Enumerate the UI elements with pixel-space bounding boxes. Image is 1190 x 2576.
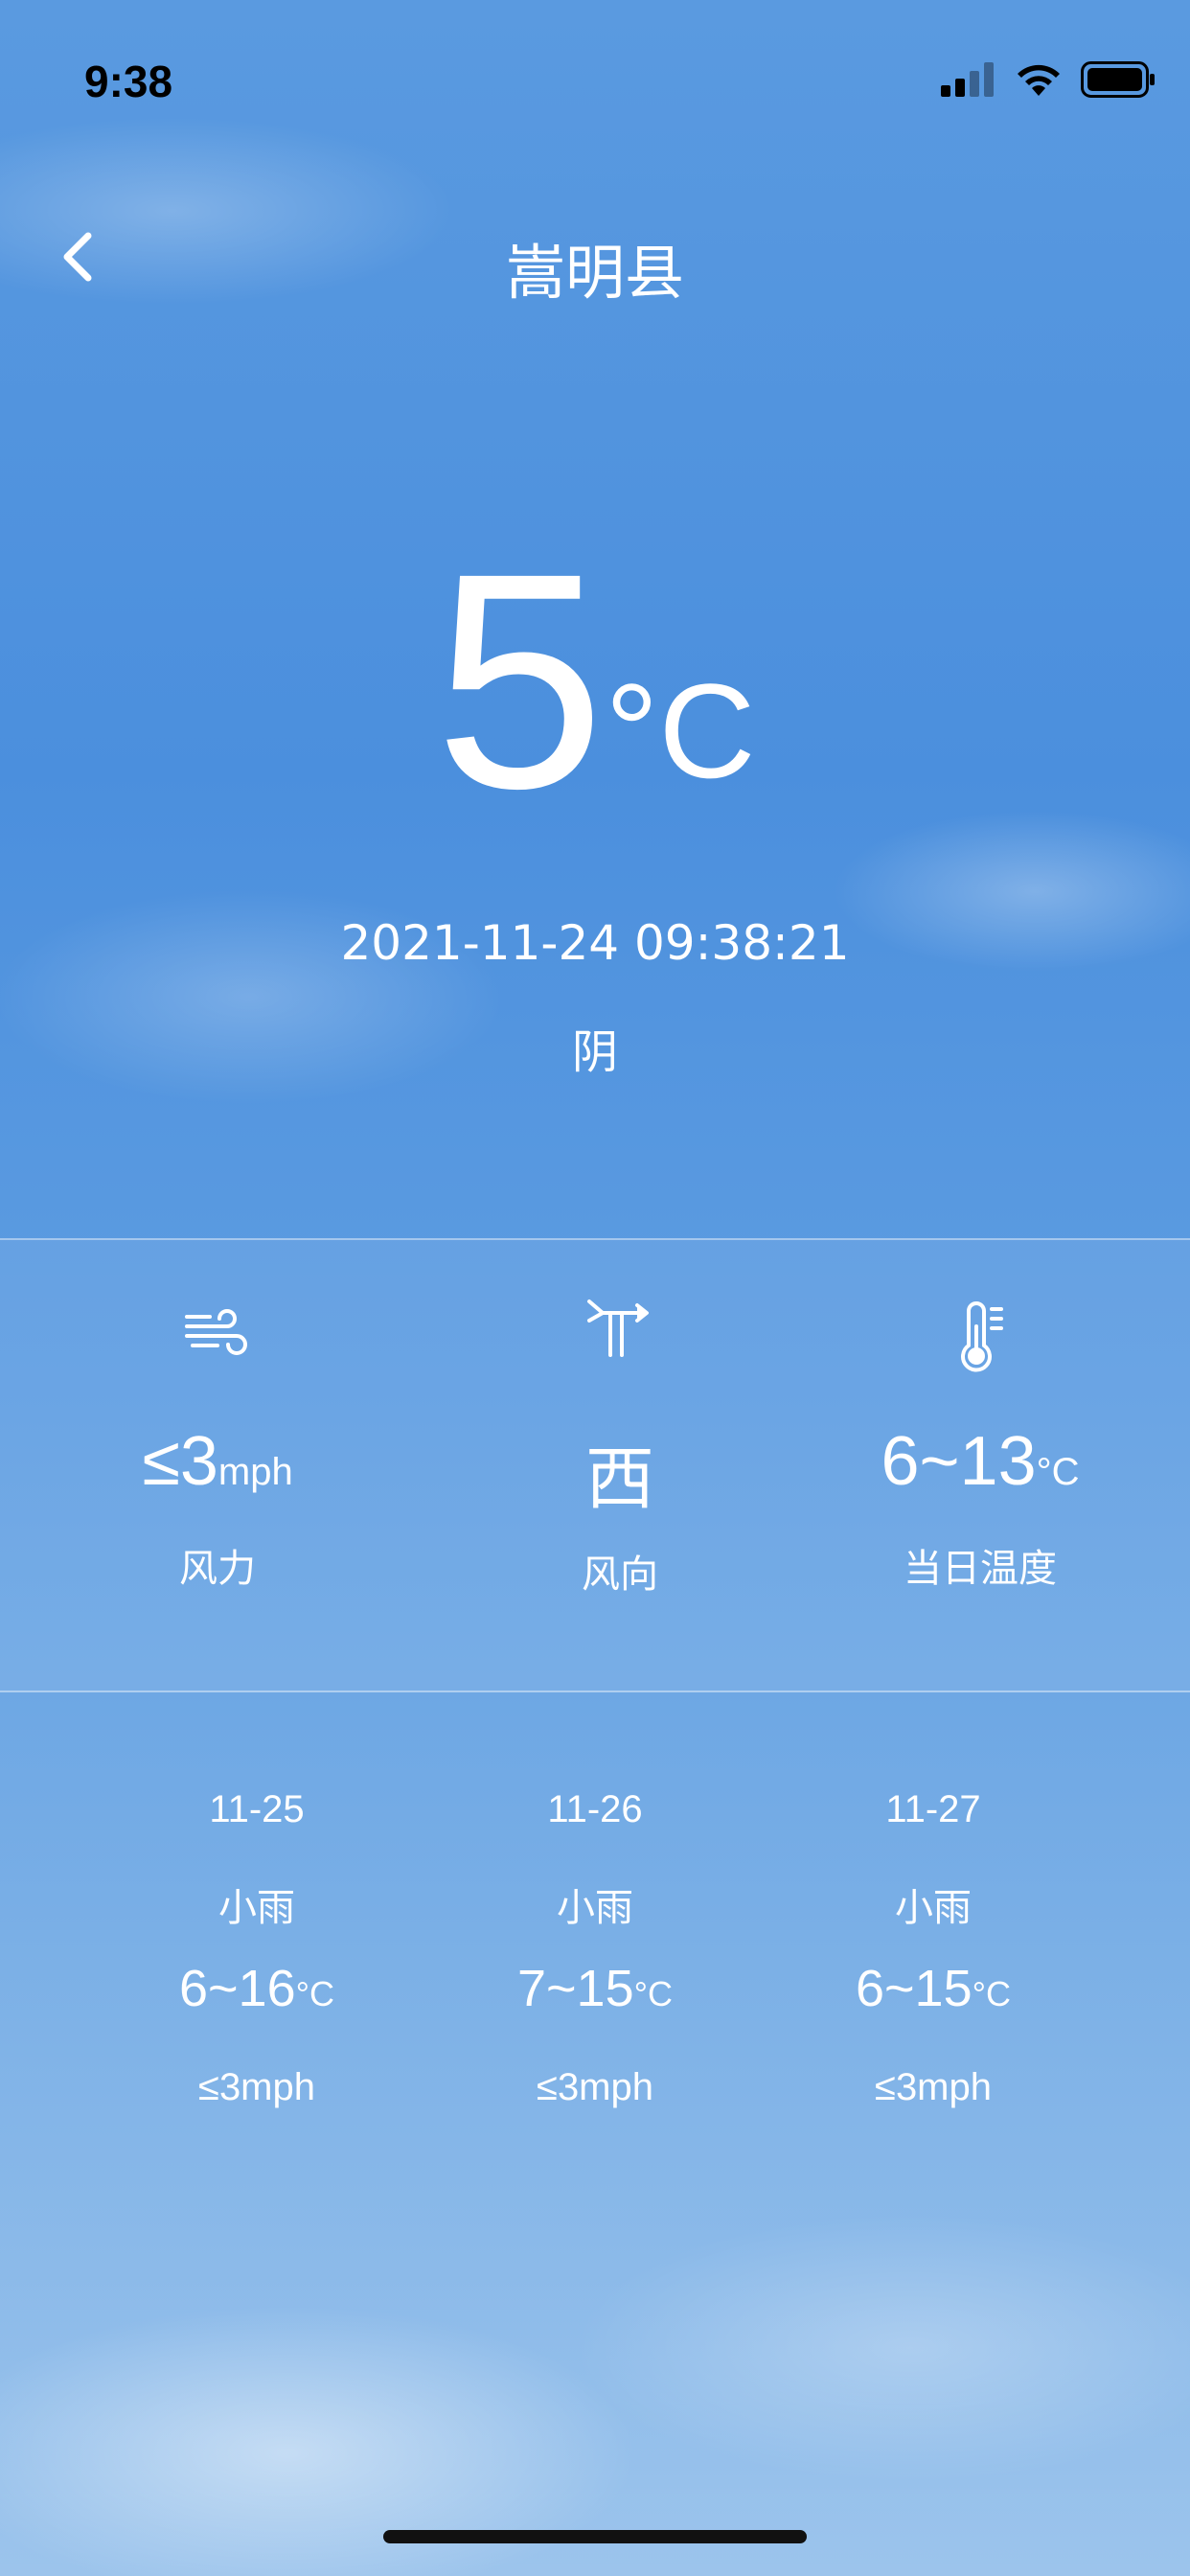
- forecast-temperature: 6~16: [178, 1960, 296, 2017]
- forecast-condition: 小雨: [557, 1886, 633, 1930]
- update-datetime: 2021-11-24 09:38:21: [340, 915, 850, 971]
- forecast-date: 11-26: [547, 1788, 643, 1830]
- forecast-panel: 11-25 小雨 6~16°C ≤3mph 11-26 小雨 7~15°C ≤3…: [0, 1692, 1190, 2172]
- wind-vane-icon: [587, 1300, 649, 1357]
- battery-icon: [1081, 61, 1155, 98]
- home-indicator[interactable]: [383, 2530, 807, 2543]
- forecast-wind: ≤3mph: [536, 2066, 653, 2108]
- forecast-temperature-unit: °C: [295, 1974, 335, 2013]
- temperature-value: 5: [434, 509, 606, 852]
- forecast-temperature: 6~15: [855, 1960, 973, 2017]
- wind-direction-value: 西: [584, 1441, 654, 1518]
- wind-force-label: 风力: [179, 1547, 256, 1591]
- day-temperature-value: 6~13: [881, 1423, 1037, 1500]
- wind-direction-label: 风向: [582, 1552, 658, 1597]
- wind-force-unit: mph: [217, 1451, 293, 1493]
- forecast-date: 11-25: [209, 1788, 305, 1830]
- weather-condition: 阴: [571, 1025, 618, 1079]
- thermometer-icon: [961, 1301, 1003, 1372]
- forecast-temperature-unit: °C: [972, 1974, 1012, 2013]
- forecast-temperature: 7~15: [516, 1960, 634, 2017]
- status-icons: [941, 61, 1156, 98]
- forecast-wind: ≤3mph: [874, 2066, 992, 2108]
- status-bar: 9:38: [0, 0, 1190, 153]
- temperature-unit: °C: [605, 656, 756, 806]
- forecast-date: 11-27: [885, 1788, 981, 1830]
- nav-bar: 嵩明县: [0, 211, 1190, 308]
- forecast-condition: 小雨: [895, 1886, 972, 1930]
- day-temperature-label: 当日温度: [904, 1547, 1057, 1591]
- day-temperature-unit: °C: [1036, 1451, 1080, 1493]
- signal-icon: [941, 62, 994, 97]
- forecast-condition: 小雨: [218, 1886, 295, 1930]
- status-time: 9:38: [84, 57, 173, 106]
- wind-icon: [185, 1309, 247, 1355]
- page-title: 嵩明县: [505, 238, 684, 308]
- current-temperature: 5°C: [0, 527, 1190, 834]
- forecast-temperature-unit: °C: [633, 1974, 674, 2013]
- wifi-icon: [1018, 64, 1060, 96]
- details-panel: ≤3mph 风力 西 风向 6~13°C 当日温度: [0, 1240, 1190, 1690]
- forecast-wind: ≤3mph: [197, 2066, 315, 2108]
- wind-force-value: ≤3: [142, 1423, 218, 1500]
